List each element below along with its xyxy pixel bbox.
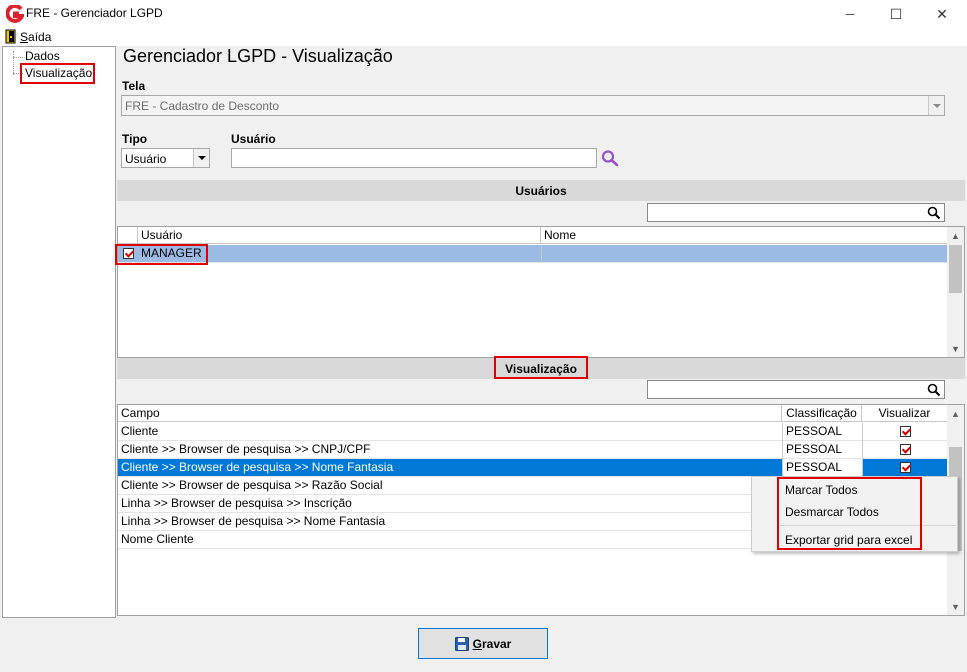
menu-saida[interactable]: Saída — [20, 30, 51, 44]
usuario-filter-input[interactable] — [231, 148, 597, 168]
window-title: FRE - Gerenciador LGPD — [26, 6, 163, 20]
chevron-down-icon[interactable] — [193, 149, 209, 167]
highlight-context-menu — [777, 477, 922, 550]
search-icon[interactable] — [927, 206, 941, 220]
cell-campo: Nome Cliente — [121, 532, 194, 546]
table-row[interactable]: MANAGER — [118, 245, 947, 263]
header-checkbox-column — [118, 227, 138, 244]
highlight-manager-row — [115, 244, 208, 265]
usuarios-section-header: Usuários — [117, 180, 965, 201]
usuario-filter-label: Usuário — [231, 132, 276, 146]
tree-connector — [13, 51, 14, 75]
cell-campo: Cliente >> Browser de pesquisa >> Razão … — [121, 478, 383, 492]
usuarios-search-input[interactable] — [647, 203, 945, 222]
title-bar: FRE - Gerenciador LGPD ─ ☐ ✕ — [0, 0, 967, 28]
visualizar-checkbox[interactable] — [900, 462, 911, 473]
column-header-usuario[interactable]: Usuário — [138, 227, 541, 244]
highlight-visualizacao-header — [494, 356, 588, 379]
cell-campo: Linha >> Browser de pesquisa >> Nome Fan… — [121, 514, 386, 528]
column-header-nome[interactable]: Nome — [541, 227, 947, 244]
table-row-selected[interactable]: Cliente >> Browser de pesquisa >> Nome F… — [118, 459, 947, 477]
usuarios-section-title: Usuários — [515, 183, 567, 198]
cell-nome — [541, 245, 947, 263]
scroll-down-icon[interactable]: ▼ — [947, 598, 964, 615]
usuarios-scrollbar[interactable]: ▲ ▼ — [947, 227, 964, 357]
cell-visualizar — [862, 459, 947, 477]
maximize-button[interactable]: ☐ — [873, 0, 919, 28]
minimize-button[interactable]: ─ — [827, 0, 873, 28]
visualizar-checkbox[interactable] — [900, 444, 911, 455]
cell-visualizar — [862, 441, 947, 459]
cell-campo: Cliente >> Browser de pesquisa >> CNPJ/C… — [121, 442, 371, 456]
tipo-select[interactable]: Usuário — [121, 148, 210, 168]
tree-item-dados[interactable]: Dados — [25, 49, 60, 63]
table-row[interactable]: Cliente PESSOAL — [118, 423, 947, 441]
scroll-up-icon[interactable]: ▲ — [947, 405, 964, 422]
tela-select[interactable]: FRE - Cadastro de Desconto — [121, 95, 945, 116]
column-header-classificacao[interactable]: Classificação — [782, 405, 862, 422]
visualizar-checkbox[interactable] — [900, 426, 911, 437]
tree-item-visualizacao[interactable]: Visualização — [25, 66, 92, 80]
tela-label: Tela — [122, 79, 146, 93]
cell-campo: Cliente >> Browser de pesquisa >> Nome F… — [121, 460, 394, 474]
table-row[interactable]: Cliente >> Browser de pesquisa >> CNPJ/C… — [118, 441, 947, 459]
save-button[interactable]: Gravar — [418, 628, 548, 659]
page-title: Gerenciador LGPD - Visualização — [123, 46, 393, 66]
exit-door-icon — [5, 29, 16, 44]
usuarios-grid: Usuário Nome MANAGER ▲ ▼ — [115, 226, 965, 358]
column-header-campo[interactable]: Campo — [118, 405, 782, 422]
navigation-tree: Dados Visualização — [2, 46, 116, 618]
cell-visualizar — [862, 423, 947, 441]
menu-bar: Saída — [0, 28, 967, 46]
save-button-label: Gravar — [472, 636, 512, 651]
visualizacao-search-input[interactable] — [647, 380, 945, 399]
scrollbar-thumb[interactable] — [949, 245, 962, 293]
scroll-up-icon[interactable]: ▲ — [947, 227, 964, 244]
tipo-label: Tipo — [122, 132, 148, 146]
cell-classificacao: PESSOAL — [782, 459, 862, 477]
close-button[interactable]: ✕ — [919, 0, 965, 28]
cell-campo: Linha >> Browser de pesquisa >> Inscriçã… — [121, 496, 352, 510]
search-icon[interactable] — [927, 383, 941, 397]
chevron-down-icon[interactable] — [928, 96, 944, 115]
column-header-visualizar[interactable]: Visualizar — [862, 405, 947, 422]
app-logo-icon — [6, 5, 24, 23]
search-icon[interactable] — [600, 149, 620, 167]
usuarios-grid-header: Usuário Nome — [118, 227, 947, 244]
cell-classificacao: PESSOAL — [782, 441, 862, 459]
cell-campo: Cliente — [121, 424, 159, 438]
scroll-down-icon[interactable]: ▼ — [947, 340, 964, 357]
floppy-disk-icon — [454, 636, 469, 651]
tela-select-value: FRE - Cadastro de Desconto — [125, 99, 280, 113]
visualizacao-grid-header: Campo Classificação Visualizar — [118, 405, 947, 422]
tipo-select-value: Usuário — [125, 152, 167, 166]
tree-connector — [13, 57, 23, 58]
cell-classificacao: PESSOAL — [782, 423, 862, 441]
